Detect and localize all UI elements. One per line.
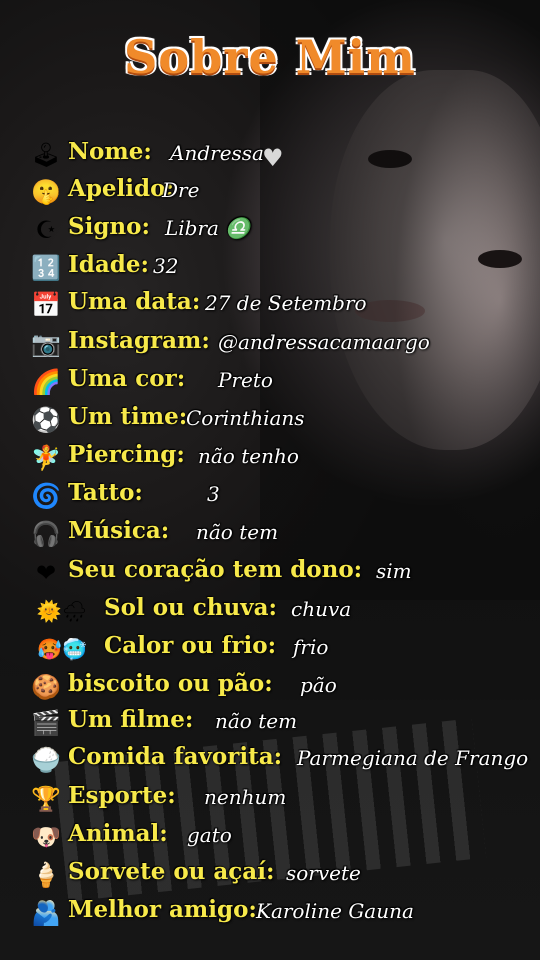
about-row: ❤ Seu coração tem dono: sim [0,556,540,594]
about-row: 🎧 Música: não tem [0,517,540,555]
cookie-icon: 🍪 [31,673,61,701]
camera-icon: 📷 [31,330,61,358]
hot-cold-face-icon: 🥵🥶 [37,637,87,661]
row-value: Dre [162,178,200,202]
rainbow-icon: 🌈 [31,368,61,396]
about-row: 🌈 Uma cor: Preto [0,365,540,403]
row-label: Esporte: [68,782,176,809]
dog-face-icon: 🐶 [31,823,61,851]
fairy-icon: 🧚 [31,444,61,472]
about-row: 🍪 biscoito ou pão: pão [0,670,540,708]
row-value: 32 [153,254,179,278]
row-label: Um filme: [68,706,194,733]
about-row: 🐶 Animal: gato [0,820,540,858]
row-label: Seu coração tem dono: [68,556,363,583]
row-label: Um time: [68,403,188,430]
shushing-face-icon: 🤫 [31,178,61,206]
row-value: Preto [218,368,273,392]
row-label: Uma data: [68,288,201,315]
row-label: Signo: [68,213,150,240]
about-row: ☪ Signo: Libra ♎ [0,213,540,251]
row-value: Libra ♎ [165,216,251,240]
row-value: não tem [196,520,279,544]
row-label: biscoito ou pão: [68,670,273,697]
row-label: Sorvete ou açaí: [68,858,275,885]
soccer-ball-icon: ⚽ [31,406,61,434]
row-value: Andressa [170,141,264,165]
calendar-icon: 📅 [31,291,61,319]
numbers-icon: 🔢 [31,254,61,282]
about-row: 📅 Uma data: 27 de Setembro [0,288,540,326]
row-value: Karoline Gauna [256,899,414,923]
about-row: 🤫 Apelido: Dre [0,175,540,213]
cyclone-icon: 🌀 [31,482,61,510]
row-label: Piercing: [68,441,185,468]
row-label: Uma cor: [68,365,186,392]
ice-cream-icon: 🍦 [31,861,61,889]
about-row: 🏆 Esporte: nenhum [0,782,540,820]
row-value: não tem [215,709,298,733]
row-label: Tatto: [68,479,143,506]
row-value: sorvete [286,861,361,885]
about-row: 🕹 Nome: Andressa [0,138,540,176]
page-title: Sobre Mim [124,30,416,84]
trophy-icon: 🏆 [31,785,61,813]
row-label: Música: [68,517,170,544]
star-crescent-icon: ☪ [35,216,57,244]
row-value: chuva [291,597,352,621]
about-row: 🔢 Idade: 32 [0,251,540,289]
row-value: não tenho [198,444,299,468]
about-row: 🥵🥶 Calor ou frio: frio [0,632,540,670]
row-label: Apelido: [68,175,174,202]
row-label: Instagram: [68,327,210,354]
clapper-board-icon: 🎬 [31,709,61,737]
about-row: 🌞🌧 Sol ou chuva: chuva [0,594,540,632]
row-label: Calor ou frio: [104,632,277,659]
row-value: sim [376,559,412,583]
row-value: nenhum [204,785,287,809]
about-row: ⚽ Um time: Corinthians [0,403,540,441]
row-label: Idade: [68,251,149,278]
headphones-icon: 🎧 [31,520,61,548]
about-row: 📷 Instagram: @andressacamaargo [0,327,540,365]
row-value: @andressacamaargo [218,330,430,354]
row-label: Sol ou chuva: [104,594,277,621]
row-label: Comida favorita: [68,743,283,770]
row-label: Animal: [68,820,168,847]
about-row: 🍚 Comida favorita: Parmegiana de Frango [0,743,540,781]
red-heart-icon: ❤ [35,559,57,587]
row-value: 3 [207,482,220,506]
about-row: 🎬 Um filme: não tem [0,706,540,744]
row-value: Corinthians [186,406,305,430]
about-row: 🧚 Piercing: não tenho [0,441,540,479]
row-label: Melhor amigo: [68,896,257,923]
row-value: gato [187,823,232,847]
row-value: 27 de Setembro [205,291,367,315]
row-value: Parmegiana de Frango [297,746,529,770]
people-icon: 🫂 [31,899,61,927]
rice-bowl-icon: 🍚 [31,746,61,774]
row-value: frio [293,635,329,659]
row-label: Nome: [68,138,152,165]
row-value: pão [300,673,337,697]
about-row: 🫂 Melhor amigo: Karoline Gauna [0,896,540,934]
about-row: 🍦 Sorvete ou açaí: sorvete [0,858,540,896]
joystick-icon: 🕹 [30,141,62,169]
about-row: 🌀 Tatto: 3 [0,479,540,517]
sun-rain-icon: 🌞🌧 [36,599,88,623]
